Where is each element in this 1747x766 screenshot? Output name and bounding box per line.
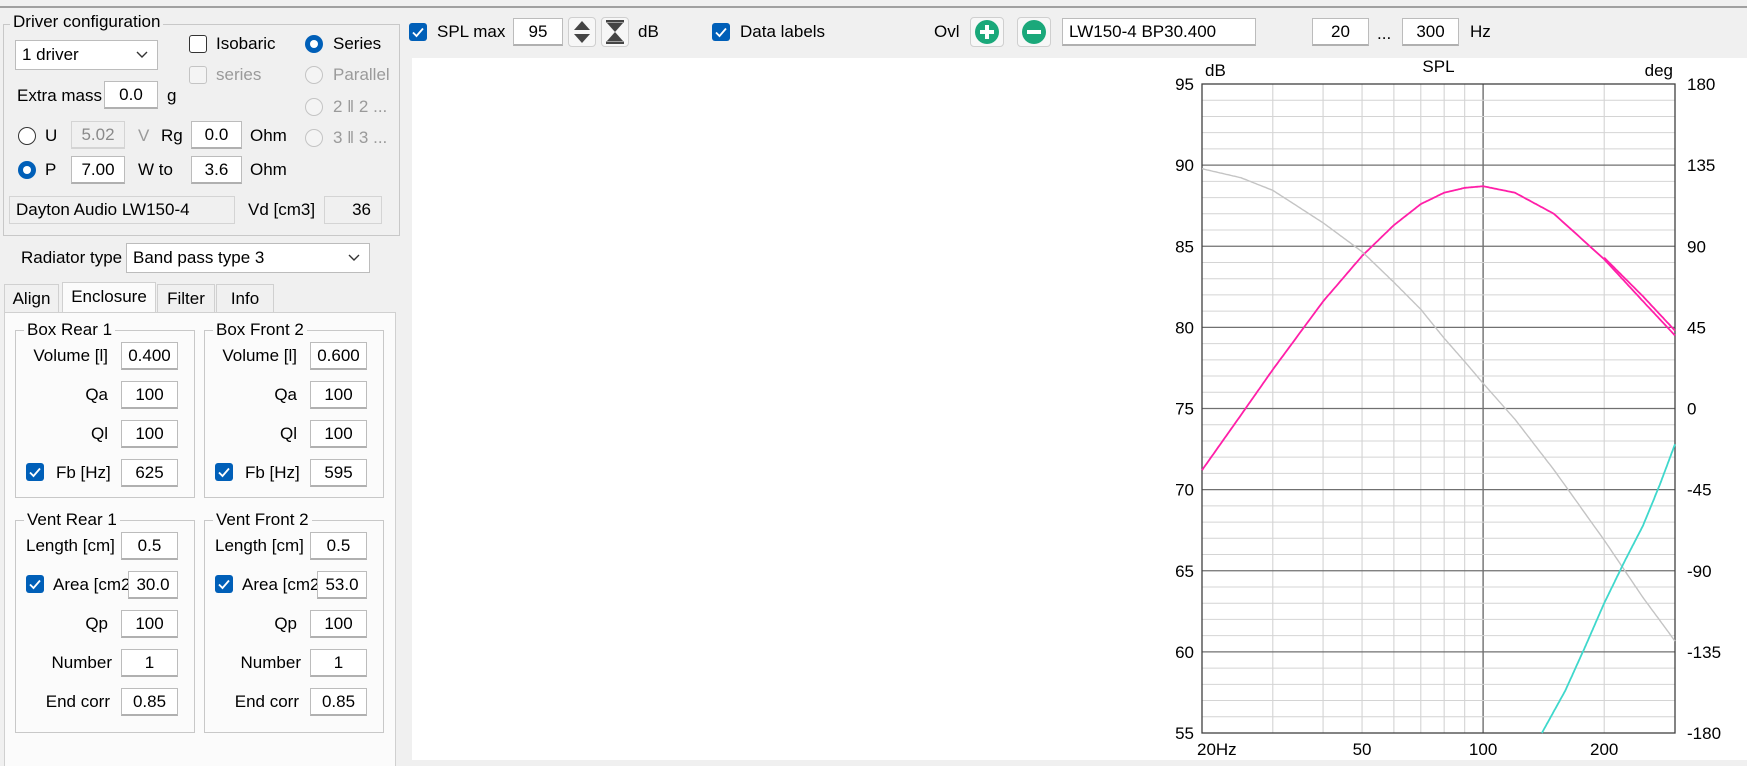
y-tick-label: 85 — [1175, 237, 1194, 256]
y-right-tick-label: -45 — [1687, 481, 1712, 500]
y-right-tick-label: 45 — [1687, 318, 1706, 337]
y-right-tick-label: 90 — [1687, 237, 1706, 256]
y-tick-label: 70 — [1175, 481, 1194, 500]
y-right-tick-label: -90 — [1687, 562, 1712, 581]
curve-line-4 — [1541, 443, 1676, 734]
y-tick-label: 95 — [1175, 75, 1194, 94]
chart-title: SPL — [1422, 57, 1454, 76]
y-right-tick-label: 135 — [1687, 156, 1715, 175]
x-tick-label: 100 — [1469, 740, 1497, 759]
y-right-tick-label: -135 — [1687, 643, 1721, 662]
y-tick-label: 90 — [1175, 156, 1194, 175]
x-tick-label: 20Hz — [1197, 740, 1237, 759]
y-right-tick-label: -180 — [1687, 724, 1721, 743]
y-tick-label: 55 — [1175, 724, 1194, 743]
y-right-tick-label: 0 — [1687, 400, 1696, 419]
y-tick-label: 60 — [1175, 643, 1194, 662]
x-tick-label: 50 — [1353, 740, 1372, 759]
y-axis-label-left: dB — [1205, 61, 1226, 80]
y-axis-label-right: deg — [1645, 61, 1673, 80]
y-tick-label: 75 — [1175, 400, 1194, 419]
y-right-tick-label: 180 — [1687, 75, 1715, 94]
y-tick-label: 65 — [1175, 562, 1194, 581]
x-tick-label: 200 — [1590, 740, 1618, 759]
y-tick-label: 80 — [1175, 318, 1194, 337]
spl-chart: 55 60 65 70 75 80 85 90 95 -180 -135 -90 -45 0 45 90 135… — [1175, 57, 1721, 759]
curve-line-2 — [1603, 256, 1676, 332]
